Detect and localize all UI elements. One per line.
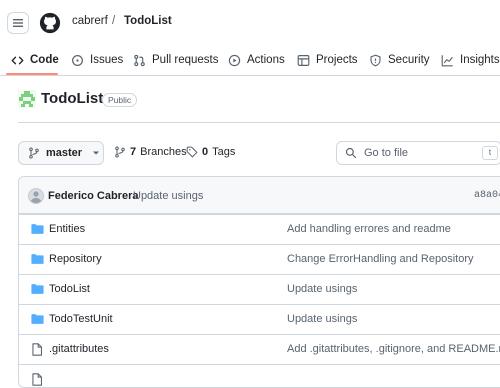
- menu-button[interactable]: [7, 12, 29, 34]
- file-icon: [32, 343, 42, 356]
- user-icon: [30, 191, 42, 203]
- tab-actions[interactable]: Actions: [228, 50, 285, 70]
- graph-icon: [441, 54, 453, 66]
- shield-icon: [370, 54, 381, 66]
- go-to-file-placeholder: Go to file: [364, 147, 409, 159]
- tab-label: Pull requests: [152, 54, 219, 66]
- repo-avatar-icon: [18, 90, 36, 108]
- git-branch-icon: [115, 146, 125, 158]
- file-name[interactable]: Repository: [49, 253, 102, 265]
- pull-request-icon: [134, 54, 145, 66]
- file-name[interactable]: TodoList: [49, 283, 90, 295]
- file-commit-message[interactable]: Update usings: [287, 283, 357, 295]
- tab-insights[interactable]: Insights: [441, 50, 500, 70]
- tab-pull-requests[interactable]: Pull requests: [133, 50, 218, 70]
- tab-label: Code: [30, 54, 59, 66]
- search-icon: [345, 147, 357, 159]
- tag-icon: [186, 146, 198, 158]
- issue-icon: [72, 54, 83, 66]
- github-logo-icon[interactable]: [39, 12, 61, 34]
- tab-projects[interactable]: Projects: [297, 50, 358, 70]
- branches-count: 7: [130, 146, 137, 158]
- code-icon: [11, 56, 24, 64]
- branches-label: Branches: [140, 146, 187, 158]
- go-to-file-input[interactable]: Go to file: [336, 141, 500, 165]
- tab-label: Issues: [90, 54, 124, 66]
- shortcut-key: t: [482, 146, 498, 160]
- header-divider: [0, 75, 500, 76]
- table-row[interactable]: Entities Add handling errores and readme: [19, 214, 500, 245]
- commit-sha[interactable]: a8a042: [474, 190, 500, 201]
- file-table: Federico Cabrera Update usings a8a042 En…: [18, 176, 500, 388]
- tab-label: Projects: [316, 54, 358, 66]
- folder-icon: [31, 224, 44, 234]
- tags-link[interactable]: 0 Tags: [186, 146, 235, 158]
- title-divider: [18, 122, 500, 123]
- file-commit-message[interactable]: Add handling errores and readme: [287, 223, 451, 235]
- folder-icon: [31, 314, 44, 324]
- table-row[interactable]: .gitattributes Add .gitattributes, .giti…: [19, 334, 500, 365]
- repo-name[interactable]: TodoList: [41, 90, 103, 107]
- folder-icon: [31, 254, 44, 264]
- file-commit-message[interactable]: Add .gitattributes, .gitignore, and READ…: [287, 343, 500, 355]
- file-name[interactable]: Entities: [49, 223, 85, 235]
- tags-label: Tags: [212, 146, 236, 158]
- breadcrumb-separator: /: [112, 15, 116, 27]
- tab-issues[interactable]: Issues: [71, 50, 123, 70]
- commit-author[interactable]: Federico Cabrera: [48, 190, 138, 202]
- tab-code[interactable]: Code: [11, 50, 59, 70]
- branches-link[interactable]: 7 Branches: [114, 146, 187, 158]
- hamburger-icon: [13, 19, 23, 27]
- avatar[interactable]: [28, 188, 44, 204]
- file-commit-message[interactable]: Update usings: [287, 313, 357, 325]
- play-icon: [228, 54, 241, 66]
- branch-selector[interactable]: master: [18, 141, 104, 165]
- branch-name: master: [46, 147, 83, 159]
- latest-commit-bar: Federico Cabrera Update usings a8a042: [19, 177, 500, 214]
- breadcrumb-owner[interactable]: cabrerf: [72, 15, 108, 27]
- file-name[interactable]: TodoTestUnit: [49, 313, 113, 325]
- file-commit-message[interactable]: Change ErrorHandling and Repository: [287, 253, 474, 265]
- git-branch-icon: [29, 147, 39, 159]
- table-row[interactable]: TodoList Update usings: [19, 274, 500, 305]
- tab-label: Security: [388, 54, 430, 66]
- folder-icon: [31, 284, 44, 294]
- breadcrumb-repo[interactable]: TodoList: [124, 15, 172, 27]
- table-icon: [297, 54, 310, 66]
- table-row[interactable]: TodoTestUnit Update usings: [19, 304, 500, 335]
- caret-down-icon: [93, 151, 100, 155]
- table-row[interactable]: Repository Change ErrorHandling and Repo…: [19, 244, 500, 275]
- commit-message[interactable]: Update usings: [133, 190, 203, 202]
- visibility-badge: Public: [102, 93, 138, 107]
- tab-label: Actions: [247, 54, 285, 66]
- tags-count: 0: [202, 146, 209, 158]
- file-name[interactable]: .gitattributes: [49, 343, 109, 355]
- tab-label: Insights: [460, 54, 500, 66]
- tab-security[interactable]: Security: [369, 50, 430, 70]
- table-row[interactable]: [19, 364, 500, 387]
